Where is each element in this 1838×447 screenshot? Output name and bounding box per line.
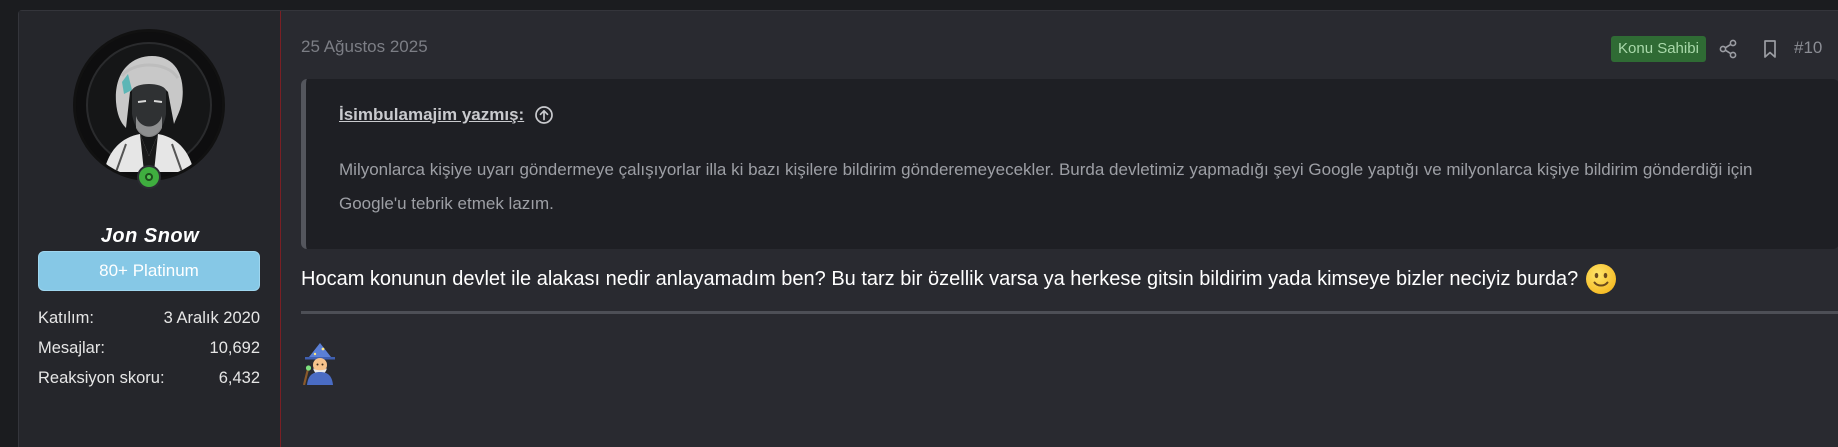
slightly-smiling-face-icon [1585,263,1617,295]
mage-icon [301,341,339,386]
page: Jon Snow 80+ Platinum Katılım: 3 Aralık … [0,0,1838,447]
user-sidebar: Jon Snow 80+ Platinum Katılım: 3 Aralık … [19,11,281,447]
stat-label: Katılım: [38,309,94,327]
quote-header: İsimbulamajim yazmış: [339,105,554,125]
signature-divider [301,311,1838,314]
quote-block: İsimbulamajim yazmış: Milyonlarca kişiye… [301,79,1838,249]
forum-post: Jon Snow 80+ Platinum Katılım: 3 Aralık … [18,10,1838,447]
stat-reaction-score: Reaksiyon skoru: 6,432 [38,363,260,393]
arrow-up-circle-icon[interactable] [534,105,554,125]
post-date[interactable]: 25 Ağustos 2025 [301,37,428,57]
online-status-indicator [137,165,161,189]
stat-value: 6,432 [218,369,260,387]
stat-value: 10,692 [209,339,260,357]
thread-owner-badge: Konu Sahibi [1611,36,1706,62]
post-actions: Konu Sahibi #10 [1538,35,1838,63]
username[interactable]: Jon Snow [19,225,281,248]
user-rank-banner: 80+ Platinum [38,251,260,291]
post-number-link[interactable]: #10 [1794,38,1822,58]
avatar-container[interactable] [73,29,225,189]
stat-joined: Katılım: 3 Aralık 2020 [38,303,260,333]
user-stats: Katılım: 3 Aralık 2020 Mesajlar: 10,692 … [38,303,260,393]
stat-messages: Mesajlar: 10,692 [38,333,260,363]
share-icon[interactable] [1718,39,1738,59]
quote-text: Milyonlarca kişiye uyarı göndermeye çalı… [339,160,1753,213]
avatar[interactable] [73,29,225,181]
stat-label: Reaksiyon skoru: [38,369,165,387]
bookmark-icon[interactable] [1760,39,1780,59]
stat-label: Mesajlar: [38,339,105,357]
portrait-avatar-icon [76,32,222,178]
message-body: Hocam konunun devlet ile alakası nedir a… [301,263,1617,295]
stat-value: 3 Aralık 2020 [163,309,260,327]
message-text: Hocam konunun devlet ile alakası nedir a… [301,267,1579,290]
online-icon [139,167,159,187]
quote-author-link[interactable]: İsimbulamajim yazmış: [339,105,524,125]
